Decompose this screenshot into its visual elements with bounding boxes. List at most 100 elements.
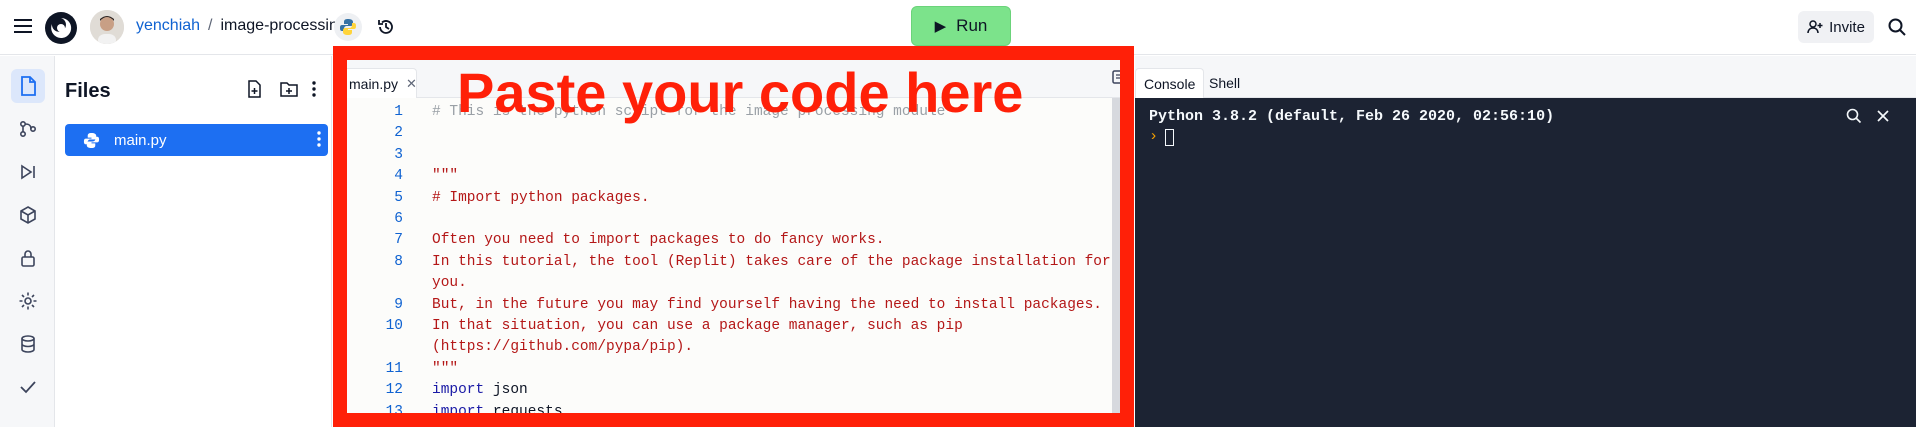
python-version-text: Python 3.8.2 (default, Feb 26 2020, 02:5… [1149,108,1555,125]
files-tool-button[interactable] [11,69,45,103]
new-file-icon[interactable] [246,80,264,98]
lock-icon [21,250,35,267]
add-user-icon [1807,20,1823,34]
search-icon[interactable] [1884,14,1910,40]
history-icon[interactable] [372,13,400,41]
code-text: Often you need to import packages to do … [432,232,885,249]
code-text: (https://github.com/pypa/pip). [432,339,694,356]
breadcrumb-separator: / [208,17,213,34]
identifier-token: requests [484,403,563,420]
line-number: 12 [385,382,403,399]
editor-scrollbar[interactable] [1112,98,1120,427]
code-line[interactable]: 11 """ [333,361,1123,382]
step-forward-icon [21,164,35,180]
code-line[interactable]: 8 In this tutorial, the tool (Replit) tak… [333,254,1123,275]
left-tool-bar [0,56,55,427]
database-tool-button[interactable] [11,327,45,361]
line-number: 10 [385,318,403,334]
line-number [333,339,403,360]
play-icon: ▶ [934,18,947,35]
code-line[interactable]: 2 [333,125,1123,146]
more-options-icon[interactable] [311,80,317,98]
line-number: 6 [394,211,403,227]
new-folder-icon[interactable] [280,80,298,98]
code-text: """ [432,168,459,185]
code-line[interactable]: 6 [333,211,1123,232]
tab-main-py[interactable]: main.py ✕ [341,68,417,98]
repl-name[interactable]: image-processing [221,17,347,35]
code-line[interactable]: 9 But, in the future you may find yoursel… [333,297,1123,318]
avatar[interactable] [90,10,124,44]
keyword-token: import [432,403,485,420]
code-text: In this tutorial, the tool (Replit) take… [432,253,1111,270]
console-search-icon[interactable] [1846,108,1862,124]
close-tab-icon[interactable]: ✕ [406,76,417,92]
console-tab-strip: Console Shell [1135,56,1916,98]
database-icon [21,335,35,353]
top-bar: yenchiah / image-processing ▶ Run Invite [0,0,1916,55]
unit-tests-tool-button[interactable] [11,370,45,404]
code-area[interactable]: 1 # This is the python script for the ima… [333,98,1123,427]
line-number: 2 [394,125,403,142]
settings-tool-button[interactable] [11,284,45,318]
code-line[interactable]: 10 In that situation, you can use a packa… [333,318,1123,339]
file-options-icon[interactable] [316,130,322,148]
code-line[interactable]: (https://github.com/pypa/pip). [333,339,1123,360]
prompt-chevron: › [1149,128,1159,145]
line-number [333,275,403,296]
console-output[interactable]: Python 3.8.2 (default, Feb 26 2020, 02:5… [1135,98,1916,427]
line-number: 11 [385,360,403,377]
code-line[interactable]: 4 """ [333,168,1123,189]
files-panel: Files main.py [56,56,332,427]
file-name: main.py [114,131,167,149]
replit-logo-icon[interactable] [44,11,78,45]
file-item-main-py[interactable]: main.py [65,124,328,156]
secrets-tool-button[interactable] [11,241,45,275]
gear-icon [19,292,37,310]
checkmark-icon [20,381,36,394]
packages-tool-button[interactable] [11,198,45,232]
identifier-token: json [484,382,528,399]
code-text: import requests [432,404,563,420]
files-title: Files [65,80,111,102]
code-line[interactable]: 5 # Import python packages. [333,190,1123,211]
editor-layout-icon[interactable] [1112,70,1128,89]
line-number: 9 [394,296,403,313]
code-text: But, in the future you may find yourself… [432,296,1103,313]
console-clear-icon[interactable] [1876,109,1890,123]
line-number: 4 [394,168,403,185]
menu-icon[interactable] [12,15,34,37]
line-number: 7 [394,232,403,249]
annotation-text: Paste your code here [457,61,1024,124]
line-number: 3 [394,146,403,163]
breadcrumb: yenchiah / image-processing [136,15,347,37]
line-number: 8 [394,253,403,270]
code-line[interactable]: 7 Often you need to import packages to do… [333,232,1123,253]
code-line[interactable]: 12 import json [333,382,1123,403]
run-button[interactable]: ▶ Run [911,6,1011,46]
file-icon [21,76,36,96]
code-text: you. [432,275,467,292]
invite-button[interactable]: Invite [1798,11,1874,43]
owner-link[interactable]: yenchiah [136,17,200,35]
code-text: """ [432,360,459,377]
console-cursor [1165,129,1174,146]
python-file-icon [83,132,100,148]
git-tool-button[interactable] [11,112,45,146]
console-pane: Console Shell Python 3.8.2 (default, Feb… [1135,56,1916,427]
keyword-token: import [432,382,485,399]
tab-shell[interactable]: Shell [1201,68,1248,98]
code-line[interactable]: 3 [333,147,1123,168]
code-text: import json [432,382,528,398]
package-cube-icon [20,206,36,224]
tab-console[interactable]: Console [1135,68,1205,98]
code-text: In that situation, you can use a package… [432,318,963,334]
debugger-tool-button[interactable] [11,155,45,189]
line-number: 1 [394,104,403,120]
code-text: # Import python packages. [432,189,650,206]
python-language-icon[interactable] [334,13,362,41]
invite-label: Invite [1829,18,1865,36]
code-line[interactable]: 13 import requests [333,404,1123,425]
code-line[interactable]: you. [333,275,1123,296]
run-label: Run [956,16,988,35]
